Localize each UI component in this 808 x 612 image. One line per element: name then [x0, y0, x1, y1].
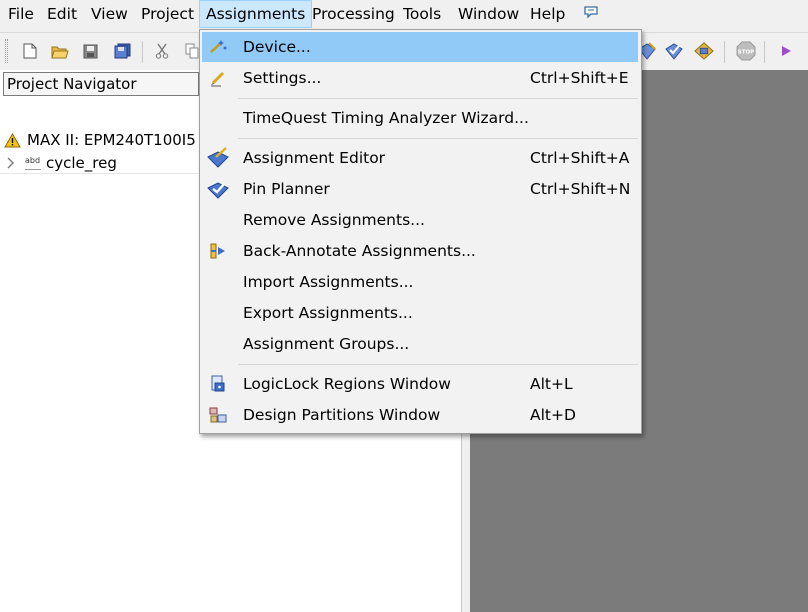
toolbar-separator [724, 41, 725, 63]
logiclock-icon [206, 373, 230, 395]
warning-icon [4, 132, 21, 147]
chevron-right-icon[interactable] [6, 157, 16, 169]
entity-label: cycle_reg [46, 154, 117, 172]
menu-file[interactable]: File [2, 0, 40, 28]
design-partitions-icon [206, 404, 230, 426]
menu-help[interactable]: Help [524, 0, 571, 28]
toolbar-separator [142, 41, 143, 63]
device-wand-icon [206, 36, 230, 58]
menu-assignments[interactable]: Assignments [199, 0, 313, 28]
save-all-icon[interactable] [112, 41, 132, 61]
entity-icon: abd [25, 156, 41, 170]
assignment-editor-icon [206, 147, 230, 169]
toolbar-grip[interactable] [5, 39, 8, 63]
menu-item-import-assignments[interactable]: Import Assignments... [202, 267, 638, 297]
menu-item-assignment-editor[interactable]: Assignment Editor Ctrl+Shift+A [202, 143, 638, 173]
tree-row-entity[interactable]: abd cycle_reg [6, 152, 117, 174]
chat-bubble-icon[interactable] [584, 6, 598, 18]
settings-pencil-icon [206, 67, 230, 89]
menu-item-device[interactable]: Device... [202, 32, 638, 62]
back-annotate-icon [206, 240, 230, 262]
assignments-menu: Device... Settings... Ctrl+Shift+E TimeQ… [199, 29, 642, 434]
menu-item-design-partitions[interactable]: Design Partitions Window Alt+D [202, 400, 638, 430]
menu-tools[interactable]: Tools [397, 0, 447, 28]
svg-text:STOP: STOP [738, 50, 754, 56]
menu-processing[interactable]: Processing [306, 0, 401, 28]
start-icon[interactable] [776, 41, 796, 61]
menu-item-back-annotate[interactable]: Back-Annotate Assignments... [202, 236, 638, 266]
pin-planner-icon[interactable] [664, 41, 684, 61]
menu-item-pin-planner[interactable]: Pin Planner Ctrl+Shift+N [202, 174, 638, 204]
menu-bar: File Edit View Project Assignments Proce… [0, 0, 808, 30]
cut-icon[interactable] [152, 41, 172, 61]
project-navigator-dropdown[interactable]: Project Navigator [3, 72, 199, 96]
menu-view[interactable]: View [85, 0, 134, 28]
new-file-icon[interactable] [20, 41, 40, 61]
tree-row-device[interactable]: MAX II: EPM240T100I5 [4, 129, 196, 151]
toolbar-separator [764, 41, 765, 63]
menu-project[interactable]: Project [135, 0, 200, 28]
menu-item-logiclock-regions[interactable]: LogicLock Regions Window Alt+L [202, 369, 638, 399]
menu-window[interactable]: Window [452, 0, 525, 28]
menu-separator [238, 98, 638, 99]
menu-item-remove-assignments[interactable]: Remove Assignments... [202, 205, 638, 235]
menu-item-settings[interactable]: Settings... Ctrl+Shift+E [202, 63, 638, 93]
menu-edit[interactable]: Edit [41, 0, 83, 28]
menu-item-timequest-wizard[interactable]: TimeQuest Timing Analyzer Wizard... [202, 103, 638, 133]
pin-planner-icon [206, 178, 230, 200]
menu-separator [238, 138, 638, 139]
open-folder-icon[interactable] [50, 41, 70, 61]
stop-icon[interactable]: STOP [736, 41, 756, 61]
chip-icon[interactable] [694, 41, 714, 61]
save-icon[interactable] [80, 41, 100, 61]
menu-item-assignment-groups[interactable]: Assignment Groups... [202, 329, 638, 359]
device-label: MAX II: EPM240T100I5 [27, 131, 196, 149]
menu-separator [238, 364, 638, 365]
menu-item-export-assignments[interactable]: Export Assignments... [202, 298, 638, 328]
